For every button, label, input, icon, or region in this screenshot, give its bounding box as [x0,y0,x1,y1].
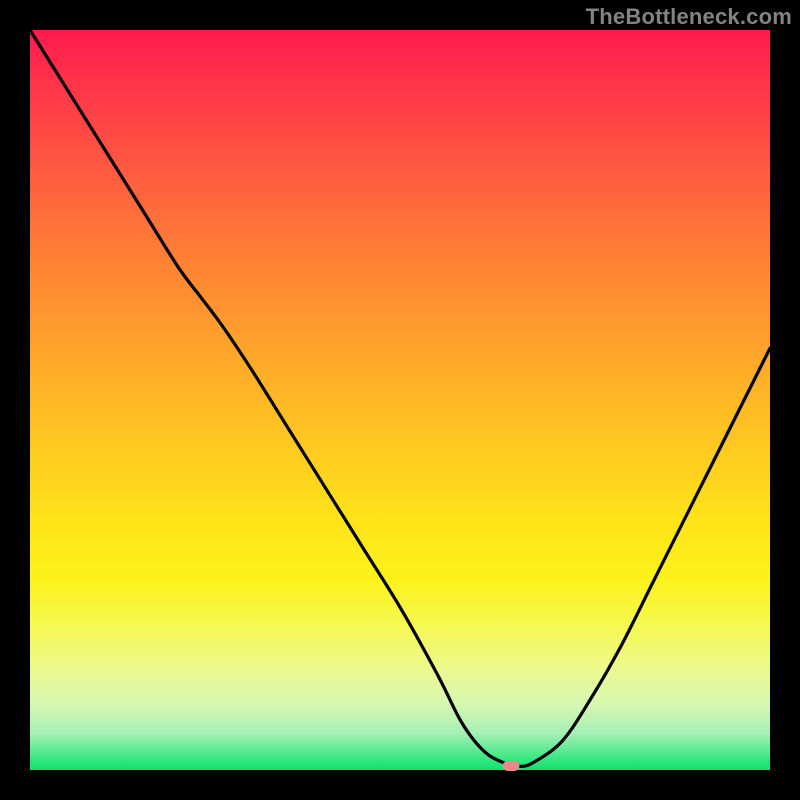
chart-frame: TheBottleneck.com [0,0,800,800]
bottleneck-curve [30,30,770,770]
watermark-text: TheBottleneck.com [586,4,792,30]
optimum-marker [503,761,520,771]
plot-area [30,30,770,770]
curve-line [30,30,770,766]
